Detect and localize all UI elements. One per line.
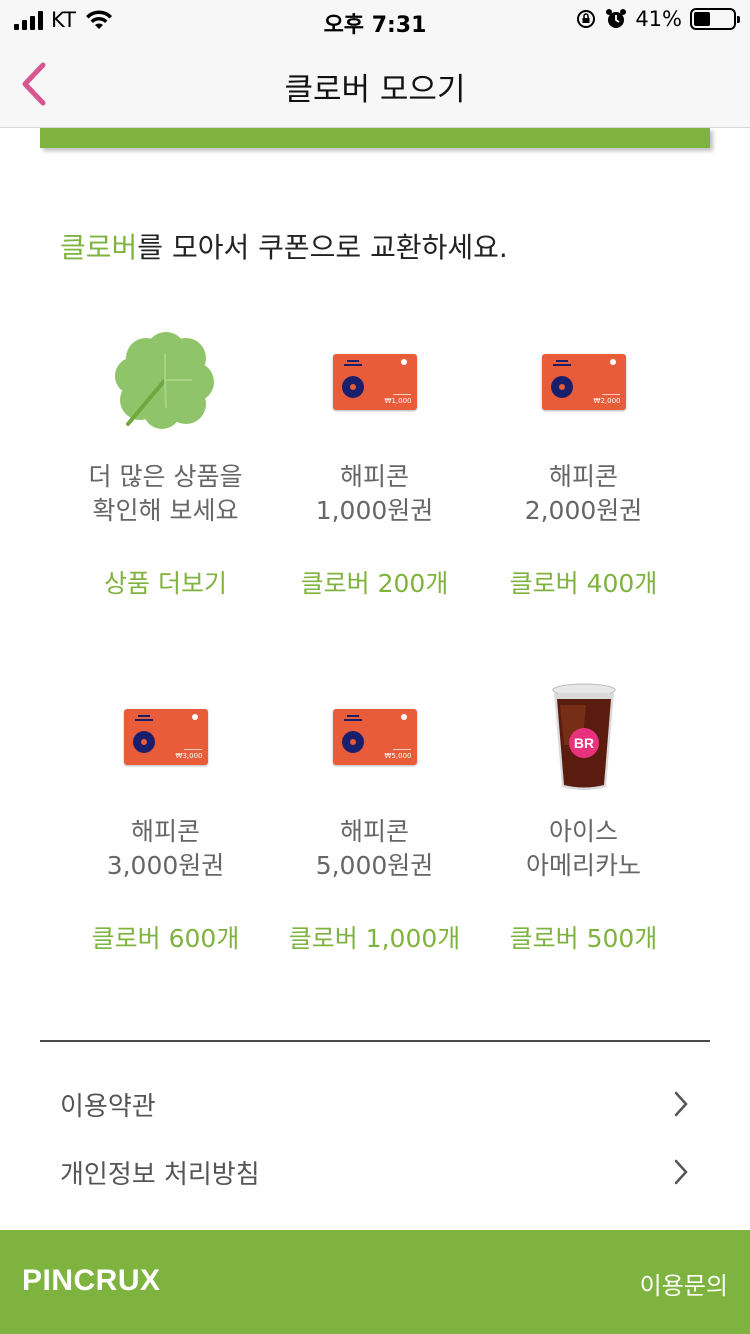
footer-brand-logo: PINCRUX [22,1264,161,1297]
happycon-card-icon: ₩3,000 [123,709,208,765]
clover-price[interactable]: 클로버 500개 [479,919,688,955]
product-name-line2: 3,000원권 [106,851,225,880]
section-divider [40,1040,710,1042]
see-more-products-link[interactable]: 상품 더보기 [61,564,270,600]
happycon-card-icon: ₩2,000 [541,354,626,410]
link-label: 이용약관 [60,1091,156,1122]
product-item-happycon-2000[interactable]: ₩2,000 해피콘 2,000원권 클로버 400개 [479,312,688,600]
page-title: 클로버 모으기 [284,72,466,108]
happycon-card-icon: ₩5,000 [332,709,417,765]
chevron-right-icon [674,1091,688,1117]
alarm-icon [606,9,627,28]
clover-price[interactable]: 클로버 600개 [61,919,270,955]
terms-of-use-link[interactable]: 이용약관 [60,1074,690,1134]
clover-icon [114,332,214,429]
orientation-lock-icon [577,10,596,28]
headline-highlight: 클로버 [60,231,138,264]
headline: 클로버를 모아서 쿠폰으로 교환하세요. [60,226,508,266]
product-name-line1: 해피콘 [130,817,200,846]
product-item-more[interactable]: 더 많은 상품을 확인해 보세요 상품 더보기 [61,312,270,600]
svg-text:BR: BR [573,735,593,751]
contact-link[interactable]: 이용문의 [640,1266,728,1301]
status-right: 41% [575,7,740,31]
iced-americano-cup-icon: BR [552,683,615,790]
card-amount: ₩5,000 [384,752,412,760]
product-name-line1: 해피콘 [339,462,409,491]
product-item-happycon-3000[interactable]: ₩3,000 해피콘 3,000원권 클로버 600개 [61,667,270,955]
product-name-line2: 1,000원권 [315,496,434,525]
card-amount: ₩3,000 [175,752,203,760]
product-name-line2: 아메리카노 [525,851,641,880]
card-amount: ₩1,000 [384,397,412,405]
product-name-line2: 2,000원권 [524,496,643,525]
product-name-line1: 아이스 [548,817,618,846]
product-item-iced-americano[interactable]: BR 아이스 아메리카노 클로버 500개 [479,667,688,955]
header-banner-bar [40,128,710,148]
clover-price[interactable]: 클로버 1,000개 [270,919,479,955]
privacy-policy-link[interactable]: 개인정보 처리방침 [60,1142,690,1202]
clover-price[interactable]: 클로버 200개 [270,564,479,600]
battery-icon [690,8,740,30]
product-name-line2: 5,000원권 [315,851,434,880]
battery-percent: 41% [635,7,682,31]
footer: PINCRUX 이용문의 [0,1230,750,1334]
product-name-line1: 해피콘 [339,817,409,846]
product-item-happycon-5000[interactable]: ₩5,000 해피콘 5,000원권 클로버 1,000개 [270,667,479,955]
clover-price[interactable]: 클로버 400개 [479,564,688,600]
happycon-card-icon: ₩1,000 [332,354,417,410]
product-item-happycon-1000[interactable]: ₩1,000 해피콘 1,000원권 클로버 200개 [270,312,479,600]
battery-level-fill [694,12,710,26]
headline-text: 를 모아서 쿠폰으로 교환하세요. [137,231,508,264]
product-name-line1: 더 많은 상품을 [88,462,243,491]
navigation-bar: 클로버 모으기 [0,42,750,128]
chevron-right-icon [674,1159,688,1185]
link-label: 개인정보 처리방침 [60,1159,260,1190]
product-name-line1: 해피콘 [548,462,618,491]
card-amount: ₩2,000 [593,397,621,405]
status-bar: KT 오후 7:31 41% [0,0,750,42]
product-name-line2: 확인해 보세요 [92,496,239,525]
